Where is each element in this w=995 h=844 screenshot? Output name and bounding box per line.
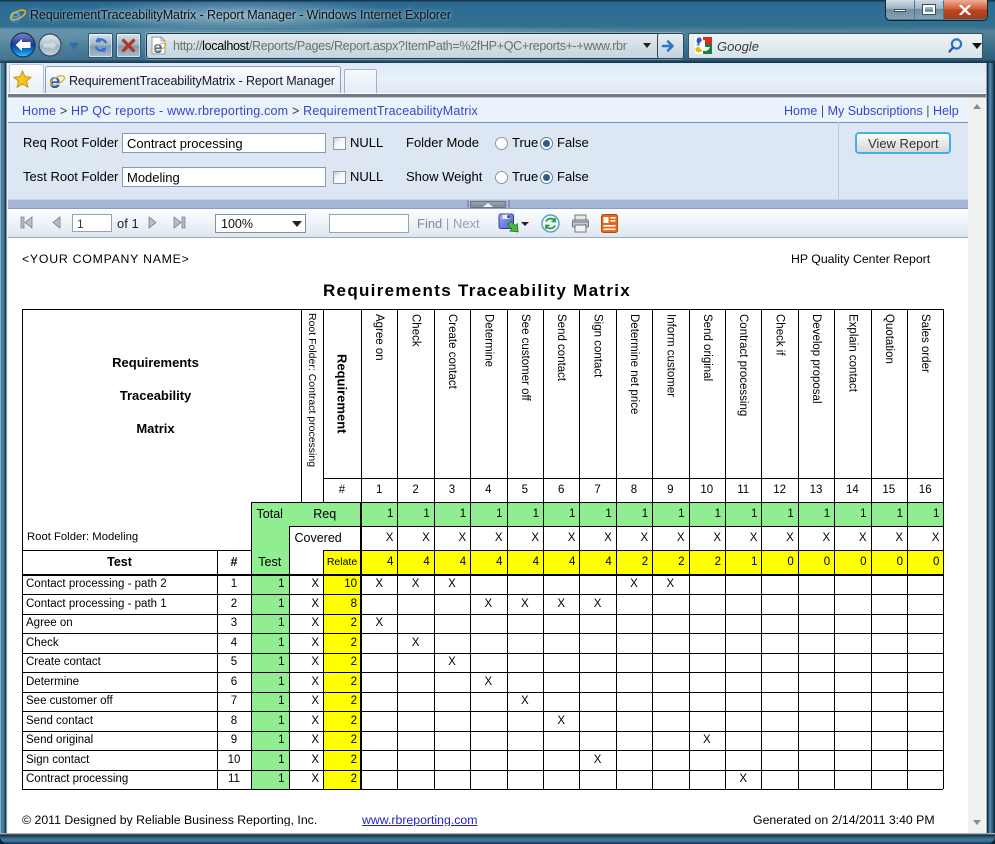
svg-text:e: e [9, 6, 21, 24]
svg-text:e: e [49, 72, 60, 89]
